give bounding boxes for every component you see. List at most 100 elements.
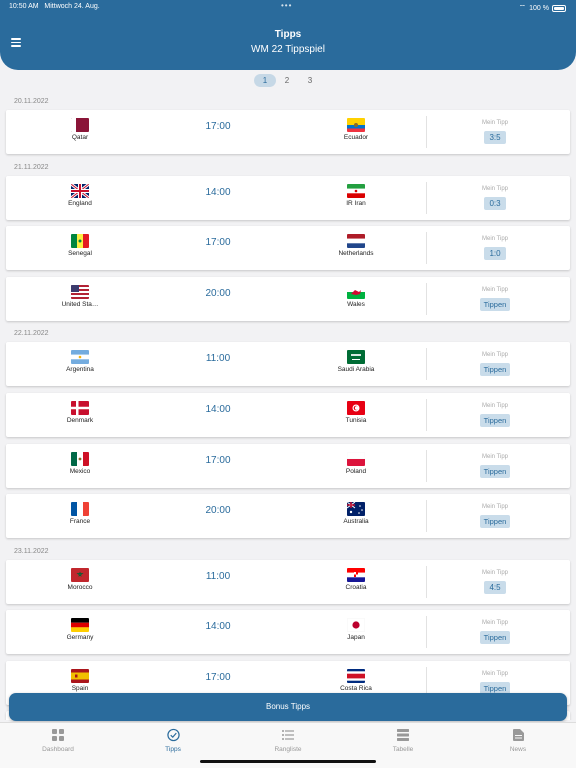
- match-card[interactable]: Germany 14:00 Japan Mein Tipp Tippen: [6, 610, 570, 654]
- page-title: Tipps: [274, 29, 302, 40]
- tab-label: Tipps: [165, 746, 181, 753]
- status-indicators: ⌔ 100 %: [519, 3, 566, 13]
- away-team: Costa Rica: [311, 669, 401, 692]
- match-card[interactable]: Senegal 17:00 Netherlands Mein Tipp 1:0: [6, 226, 570, 270]
- away-team-name: Saudi Arabia: [337, 366, 375, 373]
- away-team: Croatia: [311, 568, 401, 591]
- usa-flag-icon: [71, 285, 89, 299]
- match-card[interactable]: France 20:00 Australia Mein Tipp Tippen: [6, 494, 570, 538]
- kickoff-time: 20:00: [205, 505, 231, 516]
- away-team-name: Poland: [345, 468, 367, 475]
- tab-dashboard[interactable]: Dashboard: [18, 728, 98, 753]
- tip-button[interactable]: Tippen: [480, 414, 510, 427]
- dashboard-icon: [52, 729, 64, 741]
- tip-button[interactable]: 1:0: [484, 247, 506, 260]
- home-team: United Sta…: [35, 285, 125, 308]
- home-team-name: France: [69, 518, 91, 525]
- battery-icon: [552, 4, 566, 12]
- qatar-flag-icon: [71, 118, 89, 132]
- card-divider: [426, 116, 427, 148]
- check-circle-icon: [166, 728, 180, 742]
- argentina-flag-icon: [71, 350, 89, 364]
- match-card[interactable]: Morocco 11:00 Croatia Mein Tipp 4:5: [6, 560, 570, 604]
- match-card[interactable]: England 14:00 IR Iran Mein Tipp 0:3: [6, 176, 570, 220]
- tip-button[interactable]: 0:3: [484, 197, 506, 210]
- wifi-icon: ⌔: [518, 3, 527, 12]
- tab-news[interactable]: News: [478, 728, 558, 753]
- away-team: Tunisia: [311, 401, 401, 424]
- tab-label: News: [509, 746, 527, 753]
- battery-percent: 100 %: [529, 4, 549, 12]
- morocco-flag-icon: [71, 568, 89, 582]
- home-team-name: England: [68, 200, 92, 207]
- kickoff-time: 14:00: [205, 404, 231, 415]
- status-time: 10:50 AM Mittwoch 24. Aug.: [9, 3, 100, 10]
- france-flag-icon: [71, 502, 89, 516]
- tip-button[interactable]: Tippen: [480, 465, 510, 478]
- card-divider: [426, 450, 427, 482]
- home-team-name: Spain: [71, 685, 89, 692]
- match-card[interactable]: Mexico 17:00 Poland Mein Tipp Tippen: [6, 444, 570, 488]
- tip-label: Mein Tipp: [481, 120, 508, 126]
- tip-label: Mein Tipp: [481, 403, 508, 409]
- away-team-name: Netherlands: [338, 250, 374, 257]
- kickoff-time: 17:00: [205, 237, 231, 248]
- kickoff-time: 14:00: [205, 621, 231, 632]
- tip-button[interactable]: Tippen: [480, 631, 510, 644]
- tip-button[interactable]: Tippen: [480, 363, 510, 376]
- news-icon: [512, 729, 524, 741]
- date-header: 20.11.2022: [14, 98, 49, 105]
- tip-label: Mein Tipp: [481, 620, 508, 626]
- poland-flag-icon: [347, 452, 365, 466]
- bonus-tipps-button[interactable]: Bonus Tipps: [9, 693, 567, 721]
- tip-button[interactable]: Tippen: [480, 298, 510, 311]
- multitask-dots-icon[interactable]: •••: [281, 1, 292, 10]
- match-list[interactable]: 20.11.2022 Qatar 17:00 Ecuador Mein Tipp…: [0, 94, 576, 720]
- kickoff-time: 17:00: [205, 455, 231, 466]
- home-team: Qatar: [35, 118, 125, 141]
- page-button-3[interactable]: 3: [299, 74, 321, 87]
- away-team-name: Wales: [347, 301, 365, 308]
- kickoff-time: 17:00: [205, 121, 231, 132]
- tip-button[interactable]: 4:5: [484, 581, 506, 594]
- kickoff-time: 20:00: [205, 288, 231, 299]
- tab-rangliste[interactable]: Rangliste: [248, 728, 328, 753]
- tab-tabelle[interactable]: Tabelle: [363, 728, 443, 753]
- card-divider: [426, 616, 427, 648]
- status-bar: 10:50 AM Mittwoch 24. Aug. ••• ⌔ 100 %: [0, 0, 576, 14]
- tip-label: Mein Tipp: [481, 671, 508, 677]
- home-team: Mexico: [35, 452, 125, 475]
- match-card[interactable]: Denmark 14:00 Tunisia Mein Tipp Tippen: [6, 393, 570, 437]
- table-icon: [397, 729, 409, 741]
- home-team: France: [35, 502, 125, 525]
- kickoff-time: 17:00: [205, 672, 231, 683]
- uk-flag-icon: [71, 184, 89, 198]
- tip-button[interactable]: 3:5: [484, 131, 506, 144]
- page-button-2[interactable]: 2: [276, 74, 298, 87]
- tip-label: Mein Tipp: [481, 352, 508, 358]
- home-indicator[interactable]: [200, 760, 376, 763]
- spain-flag-icon: [71, 669, 89, 683]
- home-team: Germany: [35, 618, 125, 641]
- away-team-name: Tunisia: [345, 417, 367, 424]
- date-header: 23.11.2022: [14, 548, 49, 555]
- costa-rica-flag-icon: [347, 669, 365, 683]
- tip-button[interactable]: Tippen: [480, 515, 510, 528]
- tab-tipps[interactable]: Tipps: [133, 728, 213, 753]
- wales-flag-icon: [347, 285, 365, 299]
- match-card[interactable]: Qatar 17:00 Ecuador Mein Tipp 3:5: [6, 110, 570, 154]
- tip-label: Mein Tipp: [481, 504, 508, 510]
- tab-label: Dashboard: [42, 746, 74, 753]
- home-team: Denmark: [35, 401, 125, 424]
- date-header: 22.11.2022: [14, 330, 49, 337]
- card-divider: [426, 348, 427, 380]
- away-team-name: Japan: [347, 634, 365, 641]
- away-team: Netherlands: [311, 234, 401, 257]
- date-header: 21.11.2022: [14, 164, 49, 171]
- card-divider: [426, 500, 427, 532]
- page-selector: 1 2 3: [0, 74, 576, 88]
- match-card[interactable]: United Sta… 20:00 Wales Mein Tipp Tippen: [6, 277, 570, 321]
- germany-flag-icon: [71, 618, 89, 632]
- page-button-1[interactable]: 1: [254, 74, 276, 87]
- match-card[interactable]: Argentina 11:00 Saudi Arabia Mein Tipp T…: [6, 342, 570, 386]
